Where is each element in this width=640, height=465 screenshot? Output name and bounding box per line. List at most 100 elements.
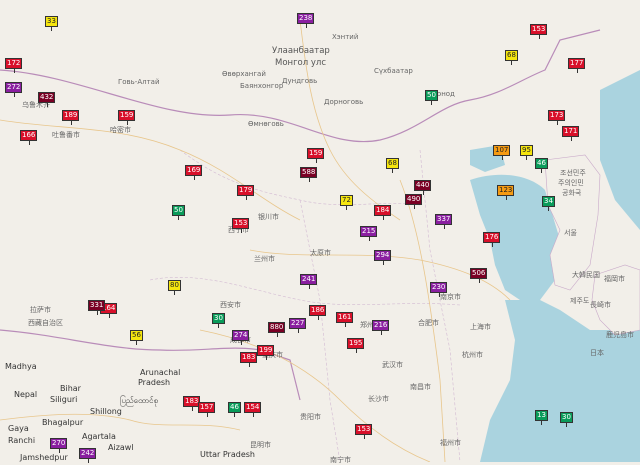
aqi-station-marker[interactable]: 294 [374,250,392,265]
aqi-station-marker[interactable]: 588 [300,167,318,182]
aqi-station-marker[interactable]: 238 [297,13,315,28]
aqi-station-marker[interactable]: 242 [79,448,97,463]
aqi-station-marker[interactable]: 337 [435,214,453,229]
aqi-station-marker[interactable]: 172 [5,58,23,73]
aqi-station-marker[interactable]: 154 [244,402,262,417]
aqi-station-marker[interactable]: 50 [172,205,185,220]
aqi-station-marker[interactable]: 331 [88,300,106,315]
road-1 [0,119,301,221]
aqi-station-marker[interactable]: 50 [425,90,438,105]
place-label: 日本 [590,349,604,357]
place-label: Ranchi [8,436,36,445]
place-label: Баянхонгор [240,82,284,90]
place-label: 长沙市 [368,395,389,403]
aqi-station-marker[interactable]: 171 [562,126,580,141]
aqi-station-marker[interactable]: 227 [289,318,307,333]
place-label: ပြည်ထောင်စု [120,396,158,405]
aqi-station-marker[interactable]: 183 [240,352,258,367]
place-label: 鹿児島市 [606,331,634,339]
aqi-station-marker[interactable]: 33 [45,16,58,31]
place-label: 上海市 [470,323,491,331]
place-label: 杭州市 [462,351,483,359]
aqi-station-marker[interactable]: 68 [505,50,518,65]
aqi-station-marker[interactable]: 159 [118,110,136,125]
place-label: Хэнтий [332,33,359,41]
aqi-station-marker[interactable]: 179 [237,185,255,200]
aqi-station-marker[interactable]: 123 [497,185,515,200]
aqi-station-marker[interactable]: 184 [374,205,392,220]
place-label: 長崎市 [590,301,611,309]
aqi-station-marker[interactable]: 186 [309,305,327,320]
aqi-station-marker[interactable]: 274 [232,330,250,345]
aqi-station-marker[interactable]: 13 [535,410,548,425]
place-label: Nepal [14,390,38,399]
aqi-station-marker[interactable]: 880 [268,322,286,337]
aqi-station-marker[interactable]: 241 [300,274,318,289]
aqi-station-marker[interactable]: 173 [548,110,566,125]
aqi-station-marker[interactable]: 80 [168,280,181,295]
aqi-station-marker[interactable]: 176 [483,232,501,247]
place-label: Монгол улс [275,58,327,68]
aqi-station-marker[interactable]: 157 [198,402,216,417]
sea-of-japan [600,70,640,230]
aqi-station-marker[interactable]: 30 [560,412,573,427]
aqi-station-marker[interactable]: 56 [130,330,143,345]
place-label: 서울 [564,229,577,237]
place-label: Siliguri [50,395,78,404]
place-label: 南京市 [440,293,461,301]
place-label: 拉萨市 [30,306,51,314]
place-label: Gaya [8,424,29,433]
india-border [0,329,301,401]
aqi-station-marker[interactable]: 46 [228,402,241,417]
road-6 [0,413,241,431]
place-label: Өвөрхангай [222,70,266,78]
aqi-station-marker[interactable]: 216 [372,320,390,335]
place-label: 太原市 [310,249,331,257]
place-label: Сүхбаатар [374,67,413,75]
place-label: 西安市 [220,301,241,309]
aqi-station-marker[interactable]: 270 [50,438,68,453]
place-label: 昆明市 [250,441,271,449]
aqi-station-marker[interactable]: 230 [430,282,448,297]
place-label: Bhagalpur [42,418,84,427]
aqi-station-marker[interactable]: 159 [307,148,325,163]
aqi-station-marker[interactable]: 30 [212,313,225,328]
aqi-station-marker[interactable]: 432 [38,92,56,107]
place-label: Agartala [82,432,116,441]
aqi-station-marker[interactable]: 153 [355,424,373,439]
place-label: 福州市 [440,439,461,447]
aqi-station-marker[interactable]: 177 [568,58,586,73]
province-border-3 [299,199,341,462]
place-label: Arunachal [140,368,181,377]
basemap [0,19,640,462]
place-label: Дундговь [282,77,318,85]
place-label: Дорноговь [324,98,364,106]
place-label: 福岡市 [604,275,625,283]
aqi-station-marker[interactable]: 153 [232,218,250,233]
aqi-station-marker[interactable]: 272 [5,82,23,97]
aqi-station-marker[interactable]: 169 [185,165,203,180]
aqi-station-marker[interactable]: 95 [520,145,533,160]
aqi-station-marker[interactable]: 46 [535,158,548,173]
aqi-station-marker[interactable]: 72 [340,195,353,210]
aqi-station-marker[interactable]: 161 [336,312,354,327]
aqi-station-marker[interactable]: 490 [405,194,423,209]
aqi-station-marker[interactable]: 166 [20,130,38,145]
aqi-station-marker[interactable]: 506 [470,268,488,283]
place-label: Madhya [5,362,37,371]
aqi-station-marker[interactable]: 189 [62,110,80,125]
aqi-station-marker[interactable]: 199 [257,345,275,360]
place-label: 주의인민 [558,179,584,187]
place-label: Shillong [90,407,122,416]
aqi-station-marker[interactable]: 34 [542,196,555,211]
aqi-station-marker[interactable]: 153 [530,24,548,39]
aqi-station-marker[interactable]: 195 [347,338,365,353]
aqi-station-marker[interactable]: 215 [360,226,378,241]
aqi-station-marker[interactable]: 107 [493,145,511,160]
aqi-station-marker[interactable]: 68 [386,158,399,173]
air-quality-map[interactable]: Улаанбаатар Монгол улс Хэнтий Сүхбаатар Говь… [0,0,640,464]
place-label: 哈密市 [110,126,131,134]
place-label: 合肥市 [418,319,439,327]
place-label: 大韓民国 [572,271,600,279]
aqi-station-marker[interactable]: 440 [414,180,432,195]
